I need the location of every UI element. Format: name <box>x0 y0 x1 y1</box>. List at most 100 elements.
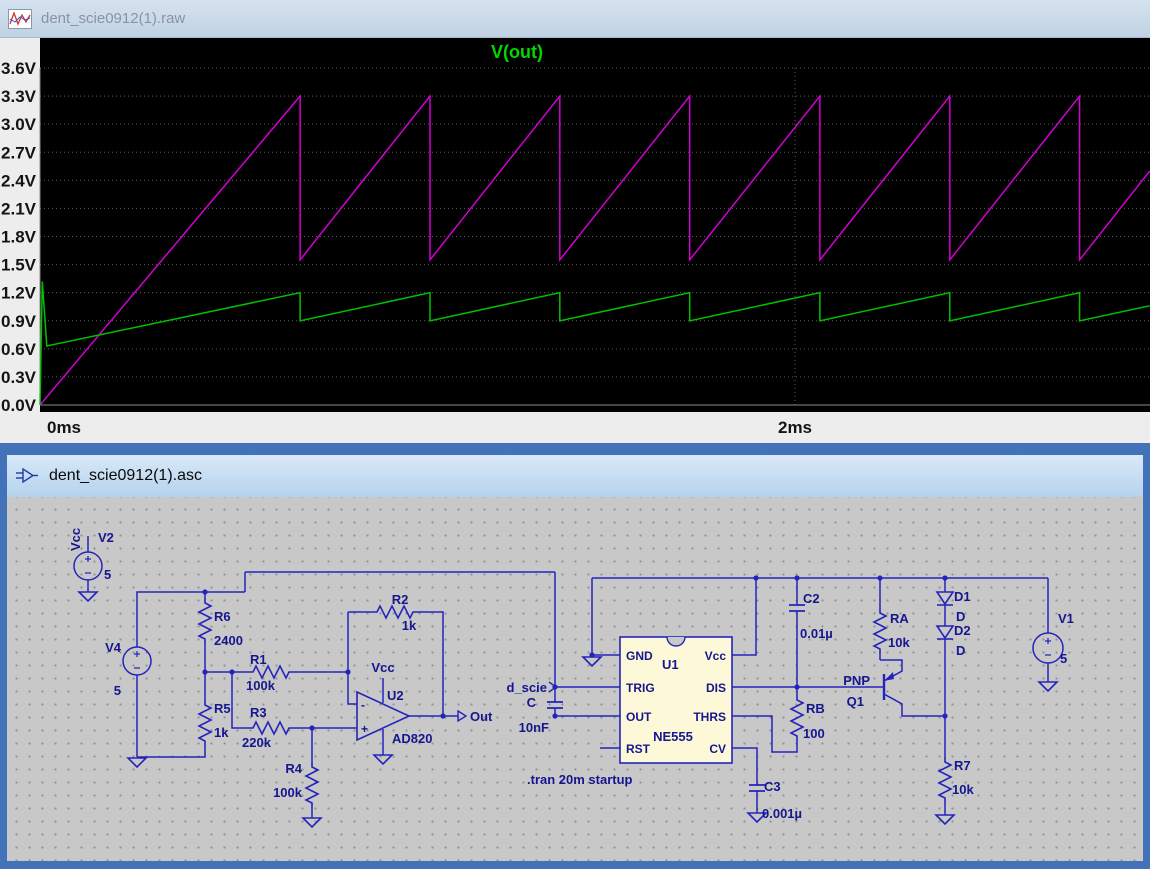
resistor-R7[interactable]: R7 10k <box>938 756 974 804</box>
value-R4: 100k <box>273 785 303 800</box>
ref-Q1: Q1 <box>847 694 864 709</box>
ref-C3: C3 <box>764 779 781 794</box>
value-R3: 220k <box>242 735 272 750</box>
value-RA: 10k <box>888 635 910 650</box>
source-V2[interactable]: Vcc V2 5 <box>68 528 114 582</box>
y-axis-label: 0.3V <box>1 368 37 387</box>
ref-R4: R4 <box>285 761 302 776</box>
value-D2: D <box>956 643 965 658</box>
resistor-RB[interactable]: RB 100 <box>790 694 825 742</box>
diode-D1[interactable]: D1 D <box>935 589 971 624</box>
waveform-plot-area[interactable]: 0.0V 0.3V 0.6V 0.9V 1.2V 1.5V 1.8V 2.1V 2.4V 2.7V… <box>0 38 1150 443</box>
ref-R5: R5 <box>214 701 231 716</box>
pin-vcc: Vcc <box>705 649 727 663</box>
value-U1: NE555 <box>653 729 693 744</box>
resistor-R6[interactable]: R6 2400 <box>198 597 243 648</box>
schematic-window-icon[interactable] <box>15 466 39 486</box>
value-R6: 2400 <box>214 633 243 648</box>
value-U2: AD820 <box>392 731 432 746</box>
opamp-U2[interactable]: - + Vcc U2 AD820 <box>356 660 432 746</box>
value-D1: D <box>956 609 965 624</box>
ref-V1: V1 <box>1058 611 1074 626</box>
value-R7: 10k <box>952 782 974 797</box>
resistor-R5[interactable]: R5 1k <box>198 699 231 747</box>
ref-U1: U1 <box>662 657 679 672</box>
resistor-RA[interactable]: RA 10k <box>873 607 910 655</box>
opamp-noninverting-mark: + <box>361 722 368 736</box>
net-label-vcc: Vcc <box>68 528 83 551</box>
ref-V4: V4 <box>105 640 122 655</box>
y-axis-label: 0.9V <box>1 312 37 331</box>
ref-U2: U2 <box>387 688 404 703</box>
value-V4: 5 <box>114 683 121 698</box>
y-axis-label: 3.0V <box>1 115 37 134</box>
capacitor-C2[interactable]: C2 0.01µ <box>789 591 833 641</box>
value-RB: 100 <box>803 726 825 741</box>
net-label-d-scie: d_scie <box>507 680 547 695</box>
value-R2: 1k <box>402 618 417 633</box>
x-axis-label: 0ms <box>47 418 81 437</box>
y-axis-label: 1.2V <box>1 284 37 303</box>
ref-C: C <box>527 695 537 710</box>
net-label-out: Out <box>470 709 493 724</box>
schematic-window-titlebar[interactable]: dent_scie0912(1).asc <box>7 455 1143 497</box>
resistor-R2[interactable]: R2 1k <box>371 592 419 633</box>
y-axis-label: 0.0V <box>1 396 37 415</box>
spice-directive[interactable]: .tran 20m startup <box>527 772 633 787</box>
resistor-R4[interactable]: R4 100k <box>273 761 319 809</box>
ref-RA: RA <box>890 611 909 626</box>
waveform-window-titlebar[interactable]: dent_scie0912(1).raw <box>0 0 1150 38</box>
waveform-window-title: dent_scie0912(1).raw <box>41 10 186 27</box>
transistor-Q1[interactable]: PNP Q1 <box>843 672 894 709</box>
y-axis-label: 2.1V <box>1 199 37 218</box>
ref-R2: R2 <box>392 592 409 607</box>
net-flag-d-scie[interactable]: d_scie <box>507 680 558 695</box>
schematic-canvas[interactable]: Vcc V2 5 V4 5 R6 2400 R5 1k R1 100k R3 2… <box>7 497 1143 861</box>
ref-R7: R7 <box>954 758 971 773</box>
pin-rst: RST <box>626 742 651 756</box>
net-label-vcc-opamp: Vcc <box>371 660 394 675</box>
ref-C2: C2 <box>803 591 820 606</box>
waveform-window: dent_scie0912(1).raw 0.0V 0.3V 0.6V 0.9V 1.2… <box>0 0 1150 443</box>
y-axis-label: 2.4V <box>1 171 37 190</box>
x-axis-label: 2ms <box>778 418 812 437</box>
port-out[interactable]: Out <box>457 709 493 724</box>
pin-out: OUT <box>626 710 652 724</box>
value-C: 10nF <box>519 720 549 735</box>
diode-D2[interactable]: D2 D <box>935 623 971 658</box>
schematic-window-title: dent_scie0912(1).asc <box>49 467 202 484</box>
junction-dots <box>202 575 948 731</box>
source-V4[interactable]: V4 5 <box>105 640 152 698</box>
value-V2: 5 <box>104 567 111 582</box>
pin-trig: TRIG <box>626 681 655 695</box>
value-R1: 100k <box>246 678 276 693</box>
pin-thrs: THRS <box>693 710 726 724</box>
ref-V2: V2 <box>98 530 114 545</box>
resistor-R1[interactable]: R1 100k <box>246 652 295 693</box>
ref-R3: R3 <box>250 705 267 720</box>
schematic-svg: Vcc V2 5 V4 5 R6 2400 R5 1k R1 100k R3 2… <box>68 528 1074 828</box>
ref-D2: D2 <box>954 623 971 638</box>
ref-R6: R6 <box>214 609 231 624</box>
value-R5: 1k <box>214 725 229 740</box>
value-Q1: PNP <box>843 673 870 688</box>
ref-RB: RB <box>806 701 825 716</box>
ref-R1: R1 <box>250 652 267 667</box>
pin-gnd: GND <box>626 649 653 663</box>
source-V1[interactable]: V1 5 <box>1032 611 1074 666</box>
waveform-window-icon[interactable] <box>8 8 32 29</box>
y-axis-label: 3.6V <box>1 59 37 78</box>
y-axis-label: 1.5V <box>1 256 37 275</box>
pin-cv: CV <box>709 742 726 756</box>
value-V1: 5 <box>1060 651 1067 666</box>
ltspice-app: dent_scie0912(1).raw 0.0V 0.3V 0.6V 0.9V 1.2… <box>0 0 1150 869</box>
opamp-inverting-mark: - <box>361 698 365 712</box>
timer-U1[interactable]: GND TRIG OUT RST Vcc DIS THRS CV U1 NE55… <box>619 636 733 764</box>
y-axis-label: 0.6V <box>1 340 37 359</box>
resistor-R3[interactable]: R3 220k <box>242 705 295 750</box>
value-C3: 0.001µ <box>762 806 802 821</box>
y-axis-label: 1.8V <box>1 228 37 247</box>
y-axis-label: 3.3V <box>1 87 37 106</box>
pin-dis: DIS <box>706 681 726 695</box>
ref-D1: D1 <box>954 589 971 604</box>
